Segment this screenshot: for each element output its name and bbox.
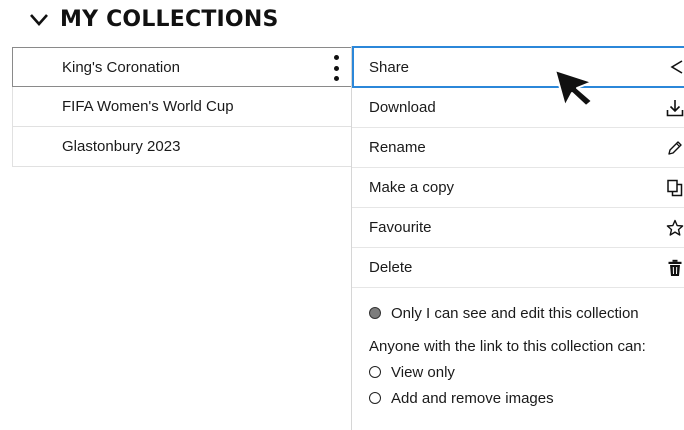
menu-item-delete[interactable]: Delete	[352, 248, 684, 288]
menu-item-download[interactable]: Download	[352, 88, 684, 128]
copy-icon	[667, 179, 683, 196]
mouse-pointer-icon	[554, 69, 593, 107]
private-option-label: Only I can see and edit this collection	[391, 304, 639, 322]
page-title: MY COLLECTIONS	[60, 6, 279, 32]
collection-item-glastonbury-2023[interactable]: Glastonbury 2023	[12, 127, 353, 167]
menu-item-share[interactable]: Share	[352, 46, 684, 88]
private-option[interactable]: Only I can see and edit this collection	[352, 300, 684, 326]
collection-item-kings-coronation[interactable]: King's Coronation	[12, 47, 353, 87]
add-remove-images-option[interactable]: Add and remove images	[352, 385, 684, 411]
collection-label: FIFA Women's World Cup	[62, 98, 234, 115]
collection-options-menu: Share Download Rename Make a copy Favour…	[351, 46, 684, 430]
download-icon	[666, 99, 684, 116]
share-settings-panel: Only I can see and edit this collection …	[352, 288, 684, 411]
menu-item-label: Rename	[369, 139, 426, 156]
collection-list: King's Coronation FIFA Women's World Cup…	[12, 47, 353, 167]
view-only-label: View only	[391, 363, 455, 381]
star-icon	[666, 219, 684, 236]
trash-icon	[668, 259, 682, 276]
collection-item-fifa-womens-world-cup[interactable]: FIFA Women's World Cup	[12, 87, 353, 127]
menu-item-rename[interactable]: Rename	[352, 128, 684, 168]
menu-item-make-a-copy[interactable]: Make a copy	[352, 168, 684, 208]
link-access-heading-text: Anyone with the link to this collection …	[369, 337, 646, 355]
share-icon	[670, 60, 683, 74]
radio-private[interactable]	[369, 307, 381, 319]
radio-view-only[interactable]	[369, 366, 381, 378]
menu-item-label: Favourite	[369, 219, 432, 236]
menu-item-label: Share	[369, 58, 410, 76]
chevron-down-icon[interactable]	[28, 8, 50, 30]
more-options-icon[interactable]	[331, 55, 341, 81]
menu-item-label: Make a copy	[369, 179, 455, 196]
menu-item-label: Download	[369, 99, 436, 116]
pencil-icon	[668, 140, 682, 155]
radio-add-remove-images[interactable]	[369, 392, 381, 404]
collection-label: King's Coronation	[62, 58, 180, 76]
menu-item-label: Delete	[369, 259, 413, 276]
link-access-heading: Anyone with the link to this collection …	[352, 333, 684, 359]
collection-label: Glastonbury 2023	[62, 138, 181, 155]
menu-item-favourite[interactable]: Favourite	[352, 208, 684, 248]
view-only-option[interactable]: View only	[352, 359, 684, 385]
add-remove-images-label: Add and remove images	[391, 389, 554, 407]
collections-header[interactable]: MY COLLECTIONS	[28, 4, 279, 34]
